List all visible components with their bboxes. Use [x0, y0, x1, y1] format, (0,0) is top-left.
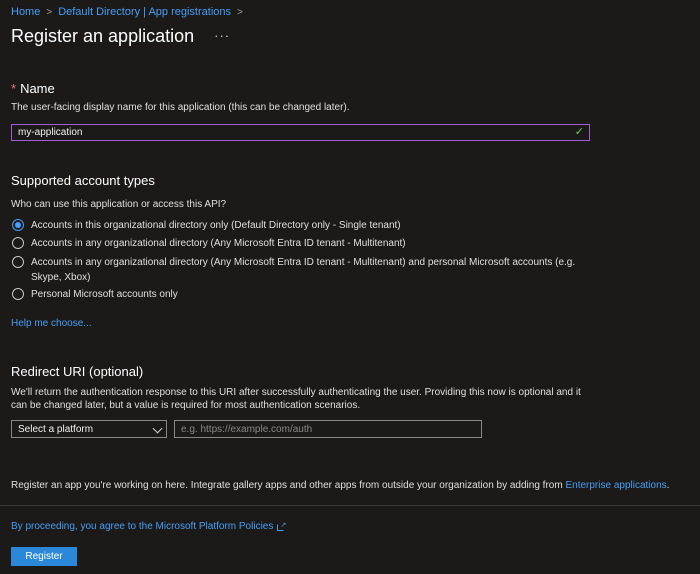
chevron-right-icon: > — [237, 6, 243, 18]
breadcrumb-app-registrations-link[interactable]: Default Directory | App registrations — [58, 6, 231, 18]
radio-button[interactable] — [12, 288, 24, 300]
help-me-choose-link[interactable]: Help me choose... — [11, 318, 92, 329]
radio-multitenant[interactable]: Accounts in any organizational directory… — [12, 236, 591, 251]
title-row: Register an application ··· — [11, 24, 230, 48]
name-input[interactable]: my-application ✓ — [11, 124, 590, 141]
radio-personal-only[interactable]: Personal Microsoft accounts only — [12, 287, 591, 302]
radio-button[interactable] — [12, 256, 24, 268]
name-label: Name — [20, 81, 55, 96]
chevron-right-icon: > — [46, 6, 53, 18]
info-text-body: Register an app you're working on here. … — [11, 480, 566, 491]
radio-multitenant-personal[interactable]: Accounts in any organizational directory… — [12, 255, 591, 285]
footer-divider — [0, 505, 700, 506]
required-marker: * — [11, 81, 17, 96]
radio-button-selected[interactable] — [12, 219, 24, 231]
radio-label: Accounts in any organizational directory… — [31, 257, 576, 283]
name-input-value: my-application — [18, 127, 83, 138]
radio-label: Personal Microsoft accounts only — [31, 289, 178, 300]
account-types-title: Supported account types — [11, 173, 155, 188]
redirect-uri-input[interactable] — [174, 420, 482, 438]
platform-policies-link[interactable]: By proceeding, you agree to the Microsof… — [11, 521, 286, 532]
enterprise-applications-link[interactable]: Enterprise applications — [565, 480, 666, 491]
register-app-page: Home > Default Directory | App registrat… — [0, 0, 700, 574]
register-button[interactable]: Register — [11, 547, 77, 566]
platform-select-value: Select a platform — [18, 423, 94, 435]
name-description: The user-facing display name for this ap… — [11, 102, 350, 113]
more-options-icon[interactable]: ··· — [214, 29, 230, 42]
chevron-down-icon — [152, 423, 163, 434]
account-types-question: Who can use this application or access t… — [11, 199, 227, 210]
redirect-uri-description: We'll return the authentication response… — [11, 387, 581, 411]
name-section-title: * Name — [11, 81, 55, 96]
info-text-suffix: . — [666, 480, 670, 491]
platform-select[interactable]: Select a platform — [11, 420, 167, 438]
platform-policies-label: By proceeding, you agree to the Microsof… — [11, 521, 274, 532]
radio-single-tenant[interactable]: Accounts in this organizational director… — [12, 218, 591, 233]
breadcrumb: Home > Default Directory | App registrat… — [11, 5, 249, 19]
page-title: Register an application — [11, 25, 195, 46]
info-text: Register an app you're working on here. … — [11, 480, 669, 491]
external-link-icon: ↗ — [277, 522, 286, 531]
radio-label: Accounts in this organizational director… — [31, 220, 401, 231]
radio-button[interactable] — [12, 237, 24, 249]
redirect-uri-title: Redirect URI (optional) — [11, 364, 144, 379]
radio-label: Accounts in any organizational directory… — [31, 238, 406, 249]
checkmark-icon: ✓ — [574, 126, 584, 138]
breadcrumb-home-link[interactable]: Home — [11, 6, 40, 18]
